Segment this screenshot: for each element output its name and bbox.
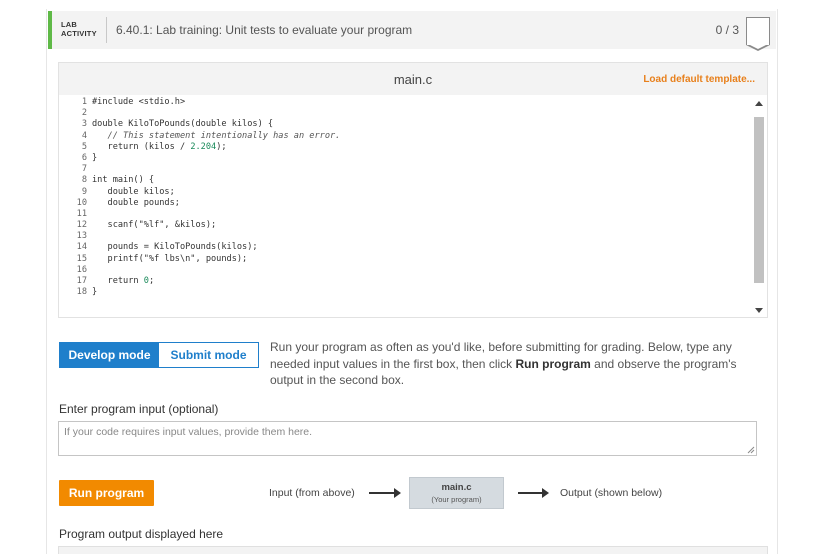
code-token: ; [148,276,155,286]
code-token: double KiloToPounds(double kilos) { [92,119,274,130]
program-output-box [58,546,768,554]
code-line[interactable] [92,231,749,242]
flow-box-title: main.c [441,482,472,493]
line-number: 13 [76,231,87,242]
code-line[interactable]: printf("%f lbs\n", pounds); [92,254,749,265]
code-line[interactable]: // This statement intentionally has an e… [92,131,749,142]
editor-scrollbar[interactable] [752,95,766,317]
code-line[interactable]: double kilos; [92,187,749,198]
line-number: 6 [81,152,87,163]
line-number: 11 [76,208,87,219]
mode-toggle: Develop mode Submit mode [59,342,259,368]
code-area[interactable]: #include <stdio.h> double KiloToPounds(do… [92,95,749,317]
code-line[interactable]: } [92,153,749,164]
line-number: 16 [76,264,87,275]
code-token: } [92,287,98,298]
code-line[interactable] [92,164,749,175]
submit-mode-button[interactable]: Submit mode [159,343,258,367]
code-line[interactable]: #include <stdio.h> [92,97,749,108]
line-number: 7 [81,164,87,175]
flow-output-label: Output (shown below) [560,487,663,499]
run-instructions: Run your program as often as you'd like,… [270,339,768,389]
code-line[interactable]: scanf("%lf", &kilos); [92,220,749,231]
code-token: printf("%f lbs\n", pounds); [92,253,248,264]
code-token: int main() { [92,175,155,186]
code-token: ); [216,141,227,152]
activity-title: 6.40.1: Lab training: Unit tests to eval… [116,23,413,37]
line-number: 9 [81,186,87,197]
code-token: } [92,152,98,163]
flow-input-label: Input (from above) [269,487,355,499]
output-label: Program output displayed here [59,527,224,541]
code-line[interactable]: return (kilos / 2.204); [92,142,749,153]
badge-line2: ACTIVITY [61,29,97,38]
flow-program-box: main.c (Your program) [409,477,504,509]
badge-line1: LAB [61,20,78,29]
flow-arrow-icon [369,488,401,498]
scrollbar-thumb[interactable] [754,117,764,283]
line-number: 8 [81,175,87,186]
line-number: 17 [76,276,87,286]
line-number: 18 [76,287,87,298]
line-number: 4 [81,130,87,141]
line-number: 1 [81,97,87,107]
program-input-field[interactable] [58,421,757,456]
code-token: scanf("%lf", &kilos); [92,220,217,231]
line-number-gutter: 1 2 3 4 5 6 7 8 9 10 11 12 13 14 15 16 17 18 [59,95,89,317]
line-number: 2 [81,108,87,119]
lab-activity-badge: LAB ACTIVITY [61,20,97,38]
resize-grip-icon[interactable] [746,445,755,454]
code-token: return [92,276,144,286]
code-line[interactable] [92,108,749,119]
scroll-up-arrow-icon[interactable] [755,101,763,106]
editor-toolbar: main.c Load default template... [59,63,767,95]
develop-mode-button[interactable]: Develop mode [60,343,159,367]
score-text: 0 / 3 [715,23,739,37]
completion-badge-icon [746,17,770,51]
code-token: double kilos; [92,186,175,197]
line-number: 5 [81,141,87,152]
code-line[interactable]: } [92,287,749,298]
line-number: 10 [76,197,87,208]
code-line[interactable]: return 0; [92,276,749,287]
line-number: 14 [76,242,87,253]
code-token: // This statement intentionally has an e… [107,130,341,141]
scroll-down-arrow-icon[interactable] [755,308,763,313]
header-divider [106,17,107,43]
code-token: double pounds; [92,197,180,208]
load-default-template-link[interactable]: Load default template... [643,74,755,85]
code-line[interactable]: int main() { [92,175,749,186]
line-number: 15 [76,253,87,264]
code-token: pounds = KiloToPounds(kilos); [92,242,258,253]
code-editor[interactable]: main.c Load default template... 12345678… [58,62,768,318]
line-number: 12 [76,220,87,231]
code-line[interactable]: double KiloToPounds(double kilos) { [92,119,749,130]
run-program-button[interactable]: Run program [59,480,154,506]
code-line[interactable]: pounds = KiloToPounds(kilos); [92,242,749,253]
flow-arrow-icon [518,488,549,498]
lab-header: LAB ACTIVITY 6.40.1: Lab training: Unit … [48,11,776,51]
line-number: 3 [81,119,87,130]
code-line[interactable] [92,209,749,220]
input-label: Enter program input (optional) [59,402,219,416]
code-line[interactable] [92,265,749,276]
code-token: #include <stdio.h> [92,97,186,107]
flow-box-subtitle: (Your program) [431,495,482,504]
code-line[interactable]: double pounds; [92,198,749,209]
code-token: 2.204 [190,141,217,152]
instructions-bold: Run program [515,356,591,371]
code-token: return (kilos / [92,141,191,152]
